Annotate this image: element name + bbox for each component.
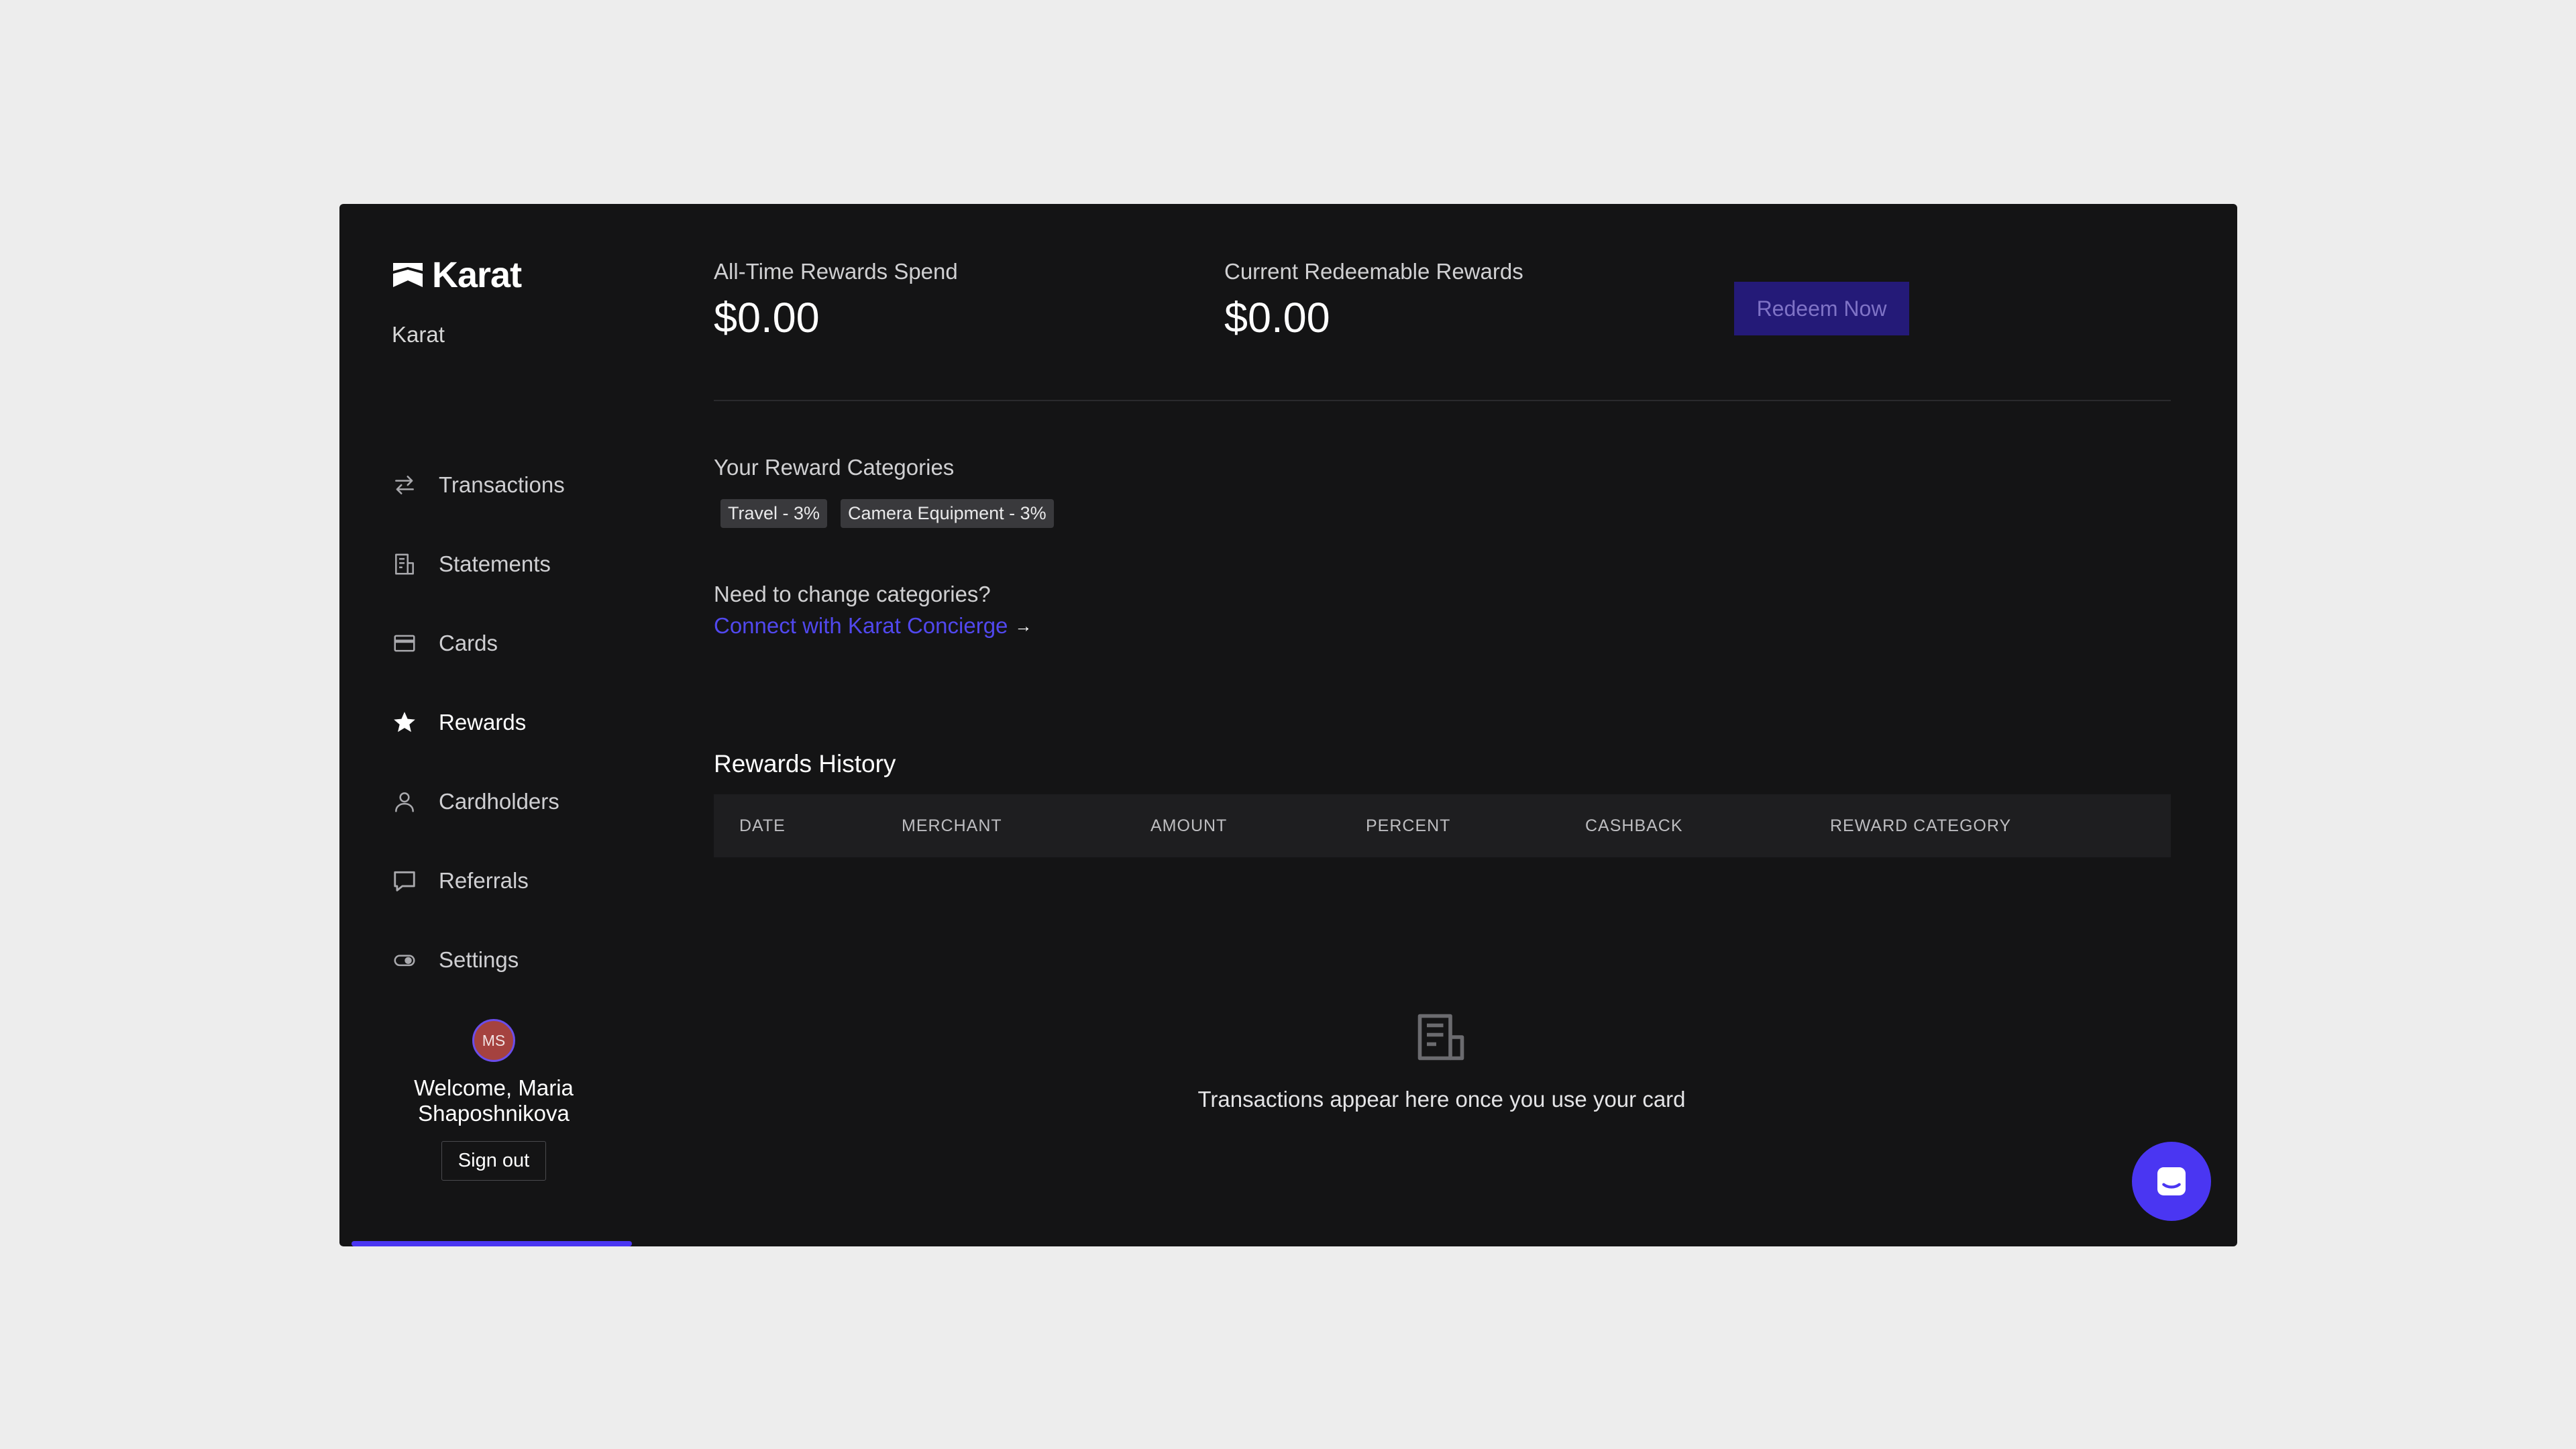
empty-state-text: Transactions appear here once you use yo… [1197, 1087, 1686, 1112]
karat-logo[interactable]: Karat [392, 254, 522, 296]
sidebar-item-settings[interactable]: Settings [392, 920, 565, 1000]
sidebar-item-referrals[interactable]: Referrals [392, 841, 565, 920]
column-header-cashback[interactable]: CASHBACK [1585, 794, 1683, 857]
sidebar-item-rewards[interactable]: Rewards [392, 683, 565, 762]
app-window: Karat Karat Transactions Statements Card… [339, 204, 2237, 1246]
stat-label: All-Time Rewards Spend [714, 259, 958, 284]
all-time-spend-stat: All-Time Rewards Spend $0.00 [714, 259, 958, 342]
sidebar-nav: Transactions Statements Cards Rewards Ca… [392, 445, 565, 1000]
sidebar-item-label: Cardholders [439, 789, 559, 814]
column-header-merchant[interactable]: MERCHANT [902, 794, 1002, 857]
category-chips: Travel - 3% Camera Equipment - 3% [720, 499, 1067, 528]
sign-out-button[interactable]: Sign out [441, 1141, 547, 1181]
chat-icon [2157, 1167, 2186, 1195]
karat-logo-icon [393, 263, 423, 287]
person-icon [392, 789, 417, 814]
stat-value: $0.00 [714, 294, 820, 341]
arrows-exchange-icon [392, 472, 417, 498]
column-header-amount[interactable]: AMOUNT [1150, 794, 1227, 857]
arrow-right-icon: → [1014, 615, 1032, 636]
column-header-percent[interactable]: PERCENT [1366, 794, 1450, 857]
stat-label: Current Redeemable Rewards [1224, 259, 1523, 284]
category-chip: Travel - 3% [720, 499, 828, 528]
sidebar-item-label: Transactions [439, 472, 565, 497]
concierge-link[interactable]: Connect with Karat Concierge → [714, 613, 1032, 639]
sidebar-item-cards[interactable]: Cards [392, 604, 565, 683]
user-panel: MS Welcome, Maria Shaposhnikova Sign out [339, 1019, 648, 1181]
sidebar-item-label: Referrals [439, 868, 529, 893]
sidebar-accent-bar [352, 1241, 632, 1246]
chat-bubble-icon [392, 868, 417, 894]
reward-categories-title: Your Reward Categories [714, 455, 955, 480]
welcome-text: Welcome, Maria Shaposhnikova [414, 1075, 574, 1126]
table-header: DATE MERCHANT AMOUNT PERCENT CASHBACK RE… [714, 794, 2171, 857]
rewards-history-title: Rewards History [714, 750, 896, 777]
document-icon [1417, 1014, 1464, 1061]
category-chip: Camera Equipment - 3% [841, 499, 1054, 528]
divider [714, 400, 2171, 401]
redeem-now-button[interactable]: Redeem Now [1734, 282, 1909, 335]
sidebar-item-label: Settings [439, 947, 519, 972]
column-header-date[interactable]: DATE [739, 794, 786, 857]
credit-card-icon [392, 631, 417, 656]
sidebar-item-label: Statements [439, 551, 551, 576]
stat-value: $0.00 [1224, 294, 1330, 341]
redeemable-rewards-stat: Current Redeemable Rewards $0.00 [1224, 259, 1523, 342]
sidebar-item-label: Rewards [439, 710, 527, 735]
toggle-icon [392, 947, 417, 973]
sidebar-item-transactions[interactable]: Transactions [392, 445, 565, 525]
sidebar-item-statements[interactable]: Statements [392, 525, 565, 604]
change-categories-text: Need to change categories? [714, 582, 991, 606]
logo-text: Karat [432, 255, 522, 295]
avatar[interactable]: MS [472, 1019, 515, 1062]
concierge-link-label[interactable]: Connect with Karat Concierge [714, 613, 1008, 639]
chat-launcher-button[interactable] [2132, 1142, 2211, 1221]
document-icon [392, 551, 417, 577]
sidebar-item-cardholders[interactable]: Cardholders [392, 762, 565, 841]
column-header-reward-category[interactable]: REWARD CATEGORY [1830, 794, 2011, 857]
sidebar-item-label: Cards [439, 631, 498, 655]
org-name: Karat [392, 322, 445, 347]
star-icon [392, 710, 417, 735]
